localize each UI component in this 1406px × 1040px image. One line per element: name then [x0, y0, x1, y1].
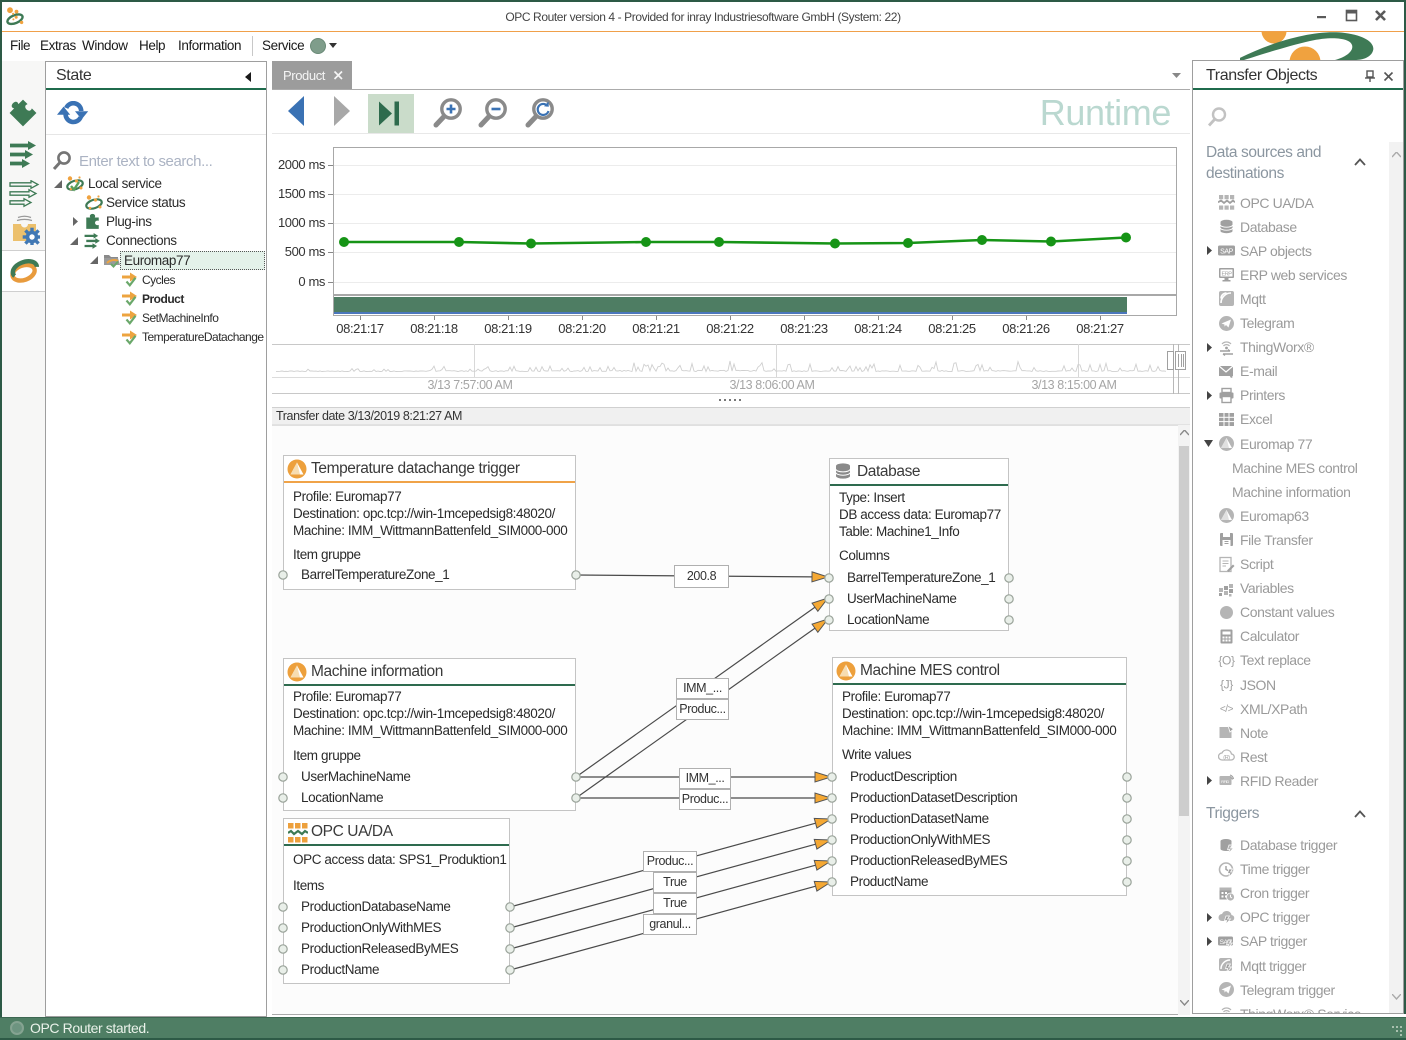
svg-text:SAP: SAP: [1220, 249, 1234, 256]
svg-text:(R): (R): [1223, 755, 1230, 761]
svg-text:</>: </>: [1220, 704, 1234, 715]
svg-text:{J}: {J}: [1220, 678, 1233, 692]
svg-text:{O}: {O}: [1218, 653, 1235, 667]
svg-text:ERP: ERP: [1221, 272, 1232, 278]
svg-text:RFID: RFID: [1221, 779, 1229, 784]
